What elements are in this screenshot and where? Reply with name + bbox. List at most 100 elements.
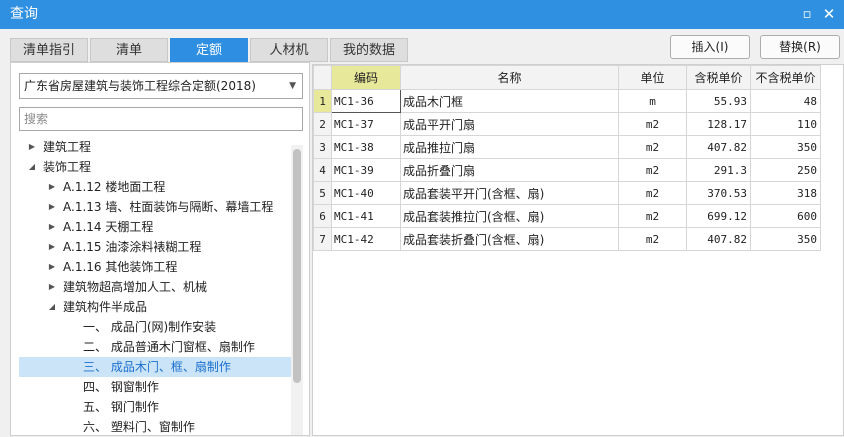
tree-node[interactable]: ▶ A.1.14 天棚工程 — [19, 217, 291, 237]
cell-unit[interactable]: m2 — [618, 135, 687, 159]
tree-node[interactable]: 四、 钢窗制作 — [19, 377, 291, 397]
row-number: 1 — [313, 89, 332, 113]
cell-code[interactable]: MC1-39 — [331, 158, 401, 182]
tree-node[interactable]: 五、 钢门制作 — [19, 397, 291, 417]
cell-name[interactable]: 成品套装推拉门(含框、扇) — [400, 204, 619, 228]
expand-caret-icon[interactable]: ▶ — [45, 217, 59, 237]
cell-unit[interactable]: m — [618, 89, 687, 113]
tab-labor-material-machine[interactable]: 人材机 — [250, 38, 328, 62]
tab-bill-guide[interactable]: 清单指引 — [10, 38, 88, 62]
cell-unit[interactable]: m2 — [618, 158, 687, 182]
cell-unit[interactable]: m2 — [618, 112, 687, 136]
cell-code[interactable]: MC1-36 — [331, 89, 401, 113]
tree-node-label: 五、 钢门制作 — [83, 400, 159, 414]
cell-name[interactable]: 成品套装平开门(含框、扇) — [400, 181, 619, 205]
search-input[interactable] — [19, 107, 303, 131]
row-number: 4 — [313, 158, 332, 182]
cell-price-with-tax[interactable]: 55.93 — [686, 89, 751, 113]
cell-price-without-tax[interactable]: 110 — [750, 112, 821, 136]
table-row[interactable]: 6 MC1-41 成品套装推拉门(含框、扇) m2 699.12 600 — [313, 204, 821, 228]
cell-code[interactable]: MC1-41 — [331, 204, 401, 228]
tree-node[interactable]: ▶ 建筑工程 — [19, 137, 291, 157]
chevron-down-icon: ▼ — [289, 81, 296, 91]
cell-name[interactable]: 成品推拉门扇 — [400, 135, 619, 159]
tree-node-label: A.1.16 其他装饰工程 — [63, 260, 178, 274]
tree-node-selected[interactable]: 三、 成品木门、框、扇制作 — [19, 357, 291, 377]
column-header-name[interactable]: 名称 — [400, 65, 619, 90]
tree-node[interactable]: ▶ A.1.16 其他装饰工程 — [19, 257, 291, 277]
quota-table-panel: 编码 名称 单位 含税单价 不含税单价 1 MC1-36 成品木门框 m 55.… — [312, 64, 844, 436]
cell-price-with-tax[interactable]: 370.53 — [686, 181, 751, 205]
tree-node[interactable]: ◢ 建筑构件半成品 — [19, 297, 291, 317]
table-row[interactable]: 5 MC1-40 成品套装平开门(含框、扇) m2 370.53 318 — [313, 181, 821, 205]
cell-price-with-tax[interactable]: 407.82 — [686, 227, 751, 251]
expand-caret-icon[interactable]: ▶ — [45, 197, 59, 217]
tab-bill[interactable]: 清单 — [90, 38, 168, 62]
expand-caret-icon[interactable]: ▶ — [45, 257, 59, 277]
cell-code[interactable]: MC1-37 — [331, 112, 401, 136]
close-icon[interactable]: ✕ — [818, 0, 840, 29]
cell-name[interactable]: 成品平开门扇 — [400, 112, 619, 136]
column-header-price-without-tax[interactable]: 不含税单价 — [750, 65, 821, 90]
replace-button[interactable]: 替换(R) — [760, 35, 840, 59]
insert-button[interactable]: 插入(I) — [670, 35, 750, 59]
cell-price-with-tax[interactable]: 699.12 — [686, 204, 751, 228]
tree-node[interactable]: ◢ 装饰工程 — [19, 157, 291, 177]
cell-unit[interactable]: m2 — [618, 181, 687, 205]
expand-caret-icon[interactable]: ▶ — [45, 277, 59, 297]
cell-price-with-tax[interactable]: 128.17 — [686, 112, 751, 136]
tree-node[interactable]: 二、 成品普通木门窗框、扇制作 — [19, 337, 291, 357]
column-header-price-with-tax[interactable]: 含税单价 — [686, 65, 751, 90]
cell-price-without-tax[interactable]: 48 — [750, 89, 821, 113]
tree-node[interactable]: 六、 塑料门、窗制作 — [19, 417, 291, 437]
scrollbar-thumb[interactable] — [293, 149, 301, 383]
quota-table: 编码 名称 单位 含税单价 不含税单价 1 MC1-36 成品木门框 m 55.… — [313, 65, 821, 251]
cell-code[interactable]: MC1-42 — [331, 227, 401, 251]
cell-name[interactable]: 成品套装折叠门(含框、扇) — [400, 227, 619, 251]
cell-price-with-tax[interactable]: 407.82 — [686, 135, 751, 159]
collapse-caret-icon[interactable]: ◢ — [45, 297, 59, 317]
table-row[interactable]: 2 MC1-37 成品平开门扇 m2 128.17 110 — [313, 112, 821, 136]
tree-node-label: 六、 塑料门、窗制作 — [83, 420, 195, 434]
tree-node-label: A.1.13 墙、柱面装饰与隔断、幕墙工程 — [63, 200, 274, 214]
table-row[interactable]: 1 MC1-36 成品木门框 m 55.93 48 — [313, 89, 821, 113]
tree-node-label: 建筑工程 — [43, 140, 92, 154]
cell-name[interactable]: 成品折叠门扇 — [400, 158, 619, 182]
column-header-unit[interactable]: 单位 — [618, 65, 687, 90]
tree-node[interactable]: ▶ A.1.12 楼地面工程 — [19, 177, 291, 197]
window-title: 查询 — [10, 6, 38, 22]
expand-caret-icon[interactable]: ▶ — [25, 137, 39, 157]
cell-price-without-tax[interactable]: 318 — [750, 181, 821, 205]
expand-caret-icon[interactable]: ▶ — [45, 237, 59, 257]
cell-code[interactable]: MC1-38 — [331, 135, 401, 159]
cell-code[interactable]: MC1-40 — [331, 181, 401, 205]
cell-price-with-tax[interactable]: 291.3 — [686, 158, 751, 182]
tab-quota[interactable]: 定额 — [170, 38, 248, 62]
tree-node-label: 建筑物超高增加人工、机械 — [63, 280, 208, 294]
table-row[interactable]: 3 MC1-38 成品推拉门扇 m2 407.82 350 — [313, 135, 821, 159]
tree-node-label: A.1.15 油漆涂料裱糊工程 — [63, 240, 202, 254]
cell-price-without-tax[interactable]: 250 — [750, 158, 821, 182]
cell-price-without-tax[interactable]: 600 — [750, 204, 821, 228]
tree-node-label: A.1.14 天棚工程 — [63, 220, 154, 234]
tree-node[interactable]: 一、 成品门(网)制作安装 — [19, 317, 291, 337]
tree-node[interactable]: ▶ 建筑物超高增加人工、机械 — [19, 277, 291, 297]
tab-my-data[interactable]: 我的数据 — [330, 38, 408, 62]
cell-unit[interactable]: m2 — [618, 204, 687, 228]
table-row[interactable]: 7 MC1-42 成品套装折叠门(含框、扇) m2 407.82 350 — [313, 227, 821, 251]
maximize-icon[interactable]: ▫ — [796, 0, 818, 29]
tree-scrollbar[interactable] — [291, 145, 303, 435]
cell-price-without-tax[interactable]: 350 — [750, 135, 821, 159]
cell-name[interactable]: 成品木门框 — [400, 89, 619, 113]
cell-price-without-tax[interactable]: 350 — [750, 227, 821, 251]
table-row[interactable]: 4 MC1-39 成品折叠门扇 m2 291.3 250 — [313, 158, 821, 182]
tree-node[interactable]: ▶ A.1.13 墙、柱面装饰与隔断、幕墙工程 — [19, 197, 291, 217]
column-header-code[interactable]: 编码 — [331, 65, 401, 90]
tree-node-label: 装饰工程 — [43, 160, 92, 174]
expand-caret-icon[interactable]: ▶ — [45, 177, 59, 197]
quota-library-select[interactable]: 广东省房屋建筑与装饰工程综合定额(2018) ▼ — [19, 73, 303, 99]
collapse-caret-icon[interactable]: ◢ — [25, 157, 39, 177]
cell-unit[interactable]: m2 — [618, 227, 687, 251]
tree-node[interactable]: ▶ A.1.15 油漆涂料裱糊工程 — [19, 237, 291, 257]
row-number: 3 — [313, 135, 332, 159]
